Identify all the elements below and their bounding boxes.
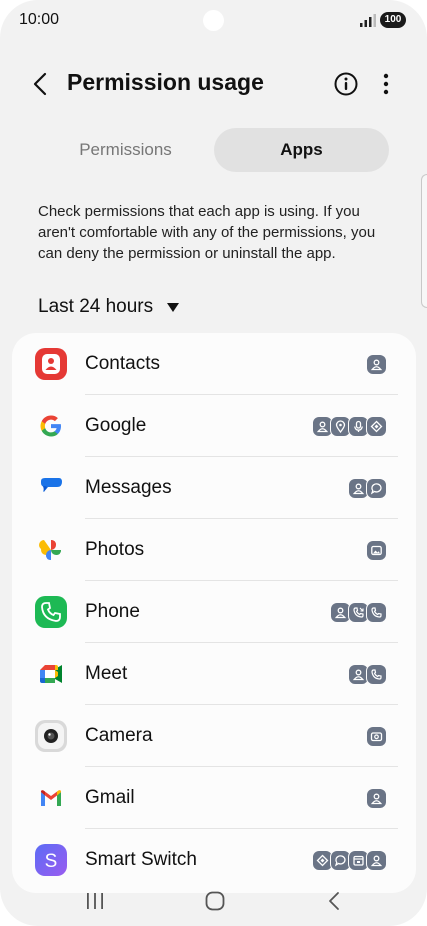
back-button[interactable] [26,68,54,100]
sms-permission-icon [366,478,387,499]
signal-icon [360,14,376,27]
scrollbar[interactable] [421,174,427,308]
camera-app-icon [35,720,67,752]
app-row-meet[interactable]: Meet [12,643,416,705]
status-time: 10:00 [19,11,60,28]
info-icon[interactable] [333,71,359,97]
page-title: Permission usage [67,69,264,95]
camera-permission-icon [366,726,387,747]
phone-permission-icon [366,664,387,685]
google-app-icon [40,415,61,437]
photos-videos-permission-icon [366,540,387,561]
app-name: Phone [85,601,140,622]
contacts-app-icon [35,348,67,380]
app-name: Meet [85,663,128,684]
contacts-permission-icon [366,850,387,871]
description-text: Check permissions that each app is using… [38,203,376,262]
phone-permission-icon [366,602,387,623]
home-icon[interactable] [204,890,226,912]
app-row-messages[interactable]: Messages [12,457,416,519]
messages-app-icon [41,478,62,492]
app-name: Messages [85,477,172,498]
camera-cutout [203,10,224,31]
permission-icons [366,788,387,809]
app-row-camera[interactable]: Camera [12,705,416,767]
app-row-photos[interactable]: Photos [12,519,416,581]
time-filter-dropdown[interactable]: Last 24 hours [38,295,180,319]
svg-text:S: S [45,851,58,872]
app-row-gmail[interactable]: Gmail [12,767,416,829]
app-row-google[interactable]: Google [12,395,416,457]
app-name: Gmail [85,787,135,808]
permission-icons [366,354,387,375]
permission-icons [330,602,387,623]
app-row-contacts[interactable]: Contacts [12,333,416,395]
photos-app-icon [39,540,61,560]
smart-switch-app-icon: S [35,844,67,876]
app-name: Photos [85,539,145,560]
contacts-permission-icon [366,788,387,809]
back-nav-icon[interactable] [324,890,346,912]
permission-icons [348,478,387,499]
permission-icons [312,416,387,437]
contacts-permission-icon [366,354,387,375]
time-filter-label: Last 24 hours [38,296,154,317]
more-options-icon[interactable] [374,70,398,98]
chevron-left-icon [33,72,47,96]
permission-icons [348,664,387,685]
phone-screen: 10:00 100 Permission usage Permissions A… [0,0,427,926]
app-name: Contacts [85,353,160,374]
battery-icon: 100 [380,12,406,28]
tab-permissions[interactable]: Permissions [38,128,213,172]
app-row-phone[interactable]: Phone [12,581,416,643]
app-name: Google [85,415,147,436]
gmail-app-icon [41,790,61,806]
dropdown-arrow-icon [167,302,180,312]
meet-app-icon [40,665,62,683]
tab-apps[interactable]: Apps [214,128,389,172]
app-name: Smart Switch [85,849,197,870]
permission-icons [366,726,387,747]
phone-app-icon [35,596,67,628]
permission-icons [312,850,387,871]
app-name: Camera [85,725,153,746]
permission-icons [366,540,387,561]
app-list: Contacts Google Messages Photos Phone Me… [12,333,416,893]
nearby-devices-permission-icon [366,416,387,437]
recent-apps-icon[interactable] [84,890,106,912]
navigation-bar [0,882,427,926]
status-bar: 10:00 100 [0,0,427,42]
